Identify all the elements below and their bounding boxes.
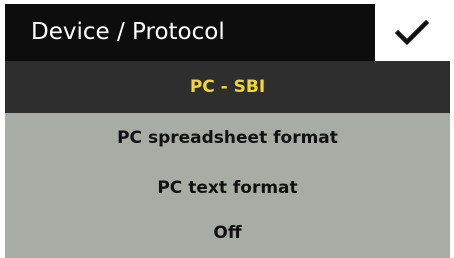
page-title: Device / Protocol <box>31 19 225 45</box>
confirm-button[interactable] <box>375 4 450 61</box>
option-pc-spreadsheet-format[interactable]: PC spreadsheet format <box>5 113 450 163</box>
option-label: Off <box>213 223 242 243</box>
option-pc-sbi[interactable]: PC - SBI <box>5 61 450 113</box>
option-label: PC text format <box>157 178 298 198</box>
header-bar: Device / Protocol <box>5 4 450 61</box>
checkmark-icon <box>395 20 429 46</box>
title-bar: Device / Protocol <box>5 4 375 61</box>
option-label: PC spreadsheet format <box>117 128 338 148</box>
protocol-option-list: PC - SBI PC spreadsheet format PC text f… <box>5 61 450 258</box>
option-pc-text-format[interactable]: PC text format <box>5 163 450 213</box>
option-off[interactable]: Off <box>5 215 450 258</box>
option-label: PC - SBI <box>189 77 266 97</box>
